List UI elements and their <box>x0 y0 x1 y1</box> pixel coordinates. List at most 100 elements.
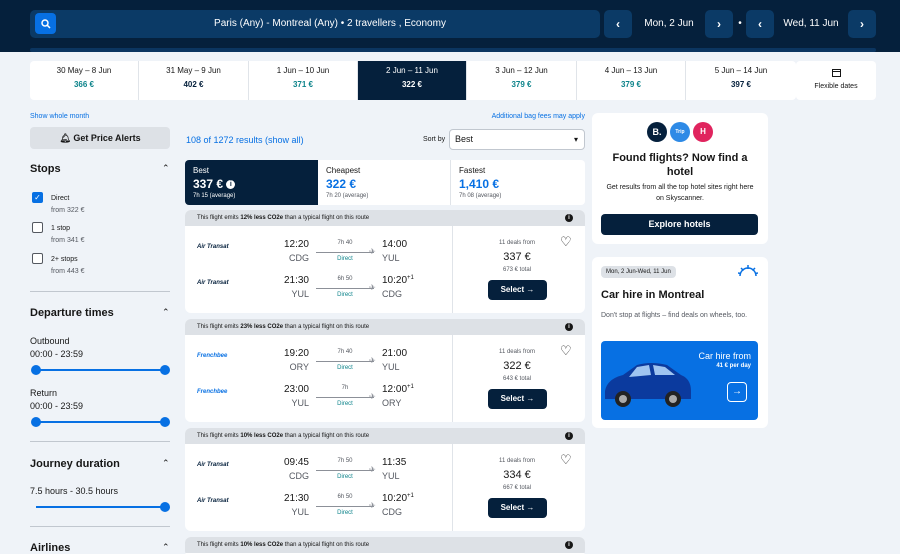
airline-logo-icon: Frenchbee <box>197 389 228 395</box>
car-hire-body: Don't stop at flights – find deals on wh… <box>601 312 748 319</box>
depart-next-button[interactable]: › <box>705 10 733 38</box>
bag-fees-link[interactable]: Additional bag fees may apply <box>470 113 585 120</box>
one-stop-from: from 341 € <box>51 237 85 244</box>
tab-fastest-sub: 7h 08 (average) <box>459 193 502 199</box>
depart-date[interactable]: Mon, 2 Jun <box>634 10 704 38</box>
info-icon[interactable]: i <box>565 214 573 222</box>
flight-duration: 6h 50 <box>337 276 353 282</box>
explore-hotels-button[interactable]: Explore hotels <box>601 214 758 235</box>
plane-icon: ✈ <box>369 392 376 401</box>
result-card[interactable]: This flight emits 23% less CO2e than a t… <box>185 319 585 422</box>
depart-prev-button[interactable]: ‹ <box>604 10 632 38</box>
stops-label: Direct <box>337 510 353 516</box>
stops-collapse-icon[interactable]: ⌃ <box>162 163 170 174</box>
outbound-slider-track[interactable] <box>36 369 165 371</box>
eco-banner: This flight emits 12% less CO2e than a t… <box>185 210 585 226</box>
outbound-slider-min-handle[interactable] <box>31 365 41 375</box>
result-card[interactable]: This flight emits 12% less CO2e than a t… <box>185 210 585 313</box>
outbound-slider-max-handle[interactable] <box>160 365 170 375</box>
return-date[interactable]: Wed, 11 Jun <box>776 10 846 38</box>
date-tab[interactable]: 5 Jun – 14 Jun 397 € <box>686 61 796 100</box>
direct-from: from 322 € <box>51 207 85 214</box>
calendar-icon <box>831 69 841 77</box>
departure-time: 21:30 <box>283 493 309 504</box>
departure-collapse-icon[interactable]: ⌃ <box>162 307 170 318</box>
tab-cheapest-price: 322 € <box>326 177 357 191</box>
select-button[interactable]: Select → <box>488 389 547 409</box>
hotel-card: B. Trip H Found flights? Now find a hote… <box>592 113 768 244</box>
date-tab[interactable]: 3 Jun – 12 Jun 379 € <box>467 61 577 100</box>
car-hire-promo[interactable]: Car hire from 41 € per day → <box>601 341 758 420</box>
result-card-partial[interactable]: This flight emits 10% less CO2e than a t… <box>185 537 585 554</box>
heart-icon[interactable]: ♡ <box>560 452 572 468</box>
date-tab-price: 402 € <box>183 80 204 89</box>
one-stop-checkbox[interactable] <box>32 222 43 233</box>
deals-count: 11 deals from <box>499 349 535 355</box>
return-next-button[interactable]: › <box>848 10 876 38</box>
date-tab[interactable]: 1 Jun – 10 Jun 371 € <box>249 61 358 100</box>
duration-range: 7.5 hours - 30.5 hours <box>30 486 119 496</box>
tab-cheapest[interactable]: Cheapest 322 € 7h 20 (average) <box>318 160 451 205</box>
flexible-dates-label: Flexible dates <box>814 83 858 90</box>
sort-select[interactable]: Best ▾ <box>449 129 585 150</box>
info-icon[interactable]: i <box>565 541 573 549</box>
outbound-range: 00:00 - 23:59 <box>30 349 84 359</box>
eco-text-end: than a typical flight on this route <box>283 215 370 221</box>
info-icon[interactable]: i <box>565 432 573 440</box>
route-line <box>316 506 374 507</box>
search-summary-text[interactable]: Paris (Any) - Montreal (Any) • 2 travell… <box>60 10 600 38</box>
airlines-collapse-icon[interactable]: ⌃ <box>162 542 170 553</box>
duration-collapse-icon[interactable]: ⌃ <box>162 458 170 469</box>
chevron-down-icon: ▾ <box>573 135 578 144</box>
return-slider-track[interactable] <box>36 421 165 423</box>
departure-airport: ORY <box>289 362 309 372</box>
direct-checkbox[interactable]: ✓ <box>32 192 43 203</box>
result-card[interactable]: This flight emits 10% less CO2e than a t… <box>185 428 585 531</box>
two-stops-from: from 443 € <box>51 268 85 275</box>
return-slider-max-handle[interactable] <box>160 417 170 427</box>
price-alerts-button[interactable]: 🔔︎ Get Price Alerts <box>30 127 170 149</box>
departure-time: 19:20 <box>283 348 309 359</box>
trip-logo-icon: Trip <box>670 122 690 142</box>
date-tab[interactable]: 2 Jun – 11 Jun 322 € <box>358 61 467 100</box>
search-icon[interactable] <box>35 13 56 34</box>
flight-duration: 7h 50 <box>337 458 353 464</box>
car-hire-title: Car hire in Montreal <box>601 289 705 301</box>
two-stops-checkbox[interactable] <box>32 253 43 264</box>
return-slider-min-handle[interactable] <box>31 417 41 427</box>
arrival-time: 12:00+1 <box>382 384 422 395</box>
date-tab[interactable]: 31 May – 9 Jun 402 € <box>139 61 249 100</box>
route-line <box>316 361 374 362</box>
date-tab[interactable]: 30 May – 8 Jun 366 € <box>30 61 139 100</box>
tab-fastest-label: Fastest <box>459 166 486 175</box>
car-image <box>605 363 691 407</box>
select-button[interactable]: Select → <box>488 280 547 300</box>
arrival-time-value: 21:00 <box>382 348 408 359</box>
duration-slider-handle[interactable] <box>160 502 170 512</box>
tab-fastest[interactable]: Fastest 1,410 € 7h 08 (average) <box>451 160 585 205</box>
results-count-link[interactable]: 108 of 1272 results (show all) <box>186 135 304 145</box>
car-promo-title: Car hire from <box>698 351 751 361</box>
flexible-dates-button[interactable]: Flexible dates <box>796 61 876 100</box>
total-price: 673 € total <box>502 267 532 273</box>
date-tab-range: 31 May – 9 Jun <box>166 66 221 75</box>
route-line <box>316 252 374 253</box>
return-prev-button[interactable]: ‹ <box>746 10 774 38</box>
date-tab-range: 1 Jun – 10 Jun <box>276 66 330 75</box>
eco-banner: This flight emits 10% less CO2e than a t… <box>185 428 585 444</box>
heart-icon[interactable]: ♡ <box>560 343 572 359</box>
car-promo-price: 41 € per day <box>716 363 751 369</box>
date-tab-price: 366 € <box>73 80 95 89</box>
heart-icon[interactable]: ♡ <box>560 234 572 250</box>
airline-logo-icon: Air Transat <box>197 280 229 286</box>
car-hire-card[interactable]: Mon, 2 Jun-Wed, 11 Jun Car hire in Montr… <box>592 257 768 428</box>
arrival-time: 14:00 <box>382 239 422 250</box>
select-button[interactable]: Select → <box>488 498 547 518</box>
date-tab[interactable]: 4 Jun – 13 Jun 379 € <box>577 61 686 100</box>
duration-slider-track[interactable] <box>36 506 165 508</box>
info-icon[interactable]: i <box>565 323 573 331</box>
show-whole-month-link[interactable]: Show whole month <box>30 113 89 120</box>
arrow-right-icon[interactable]: → <box>727 382 747 402</box>
date-tab-range: 30 May – 8 Jun <box>56 66 112 75</box>
tab-best[interactable]: Best 337 € i 7h 15 (average) <box>185 160 318 205</box>
